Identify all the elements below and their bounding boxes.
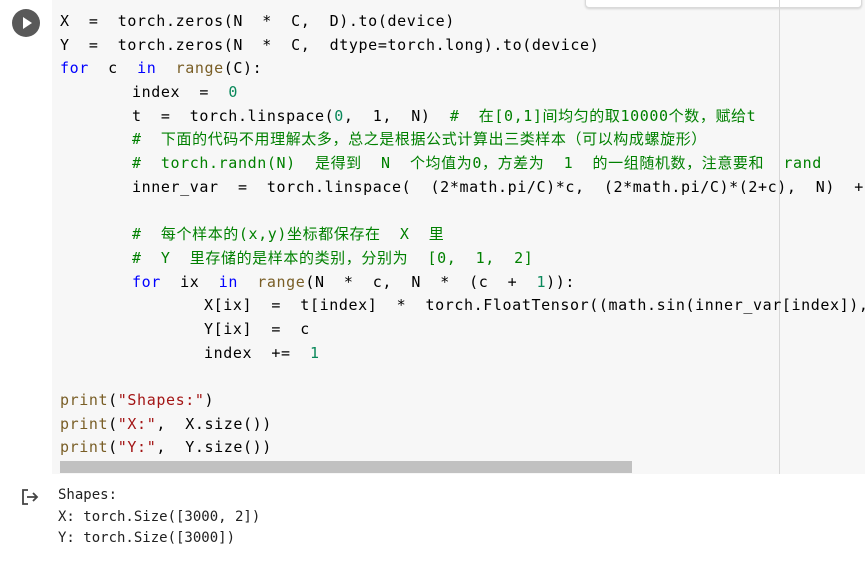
code-line: # 每个样本的(x,y)坐标都保存在 X 里 — [132, 225, 445, 244]
code-line: index = 0 — [132, 83, 238, 102]
code-line: inner_var = torch.linspace( (2*math.pi/C… — [132, 177, 865, 196]
cell-output: Shapes: X: torch.Size([3000, 2]) Y: torc… — [0, 474, 865, 564]
code-line: # Y 里存储的是样本的类别，分别为 [0, 1, 2] — [132, 248, 534, 267]
code-line: t = torch.linspace(0, 1, N) # 在[0,1]间均匀的… — [132, 106, 757, 125]
horizontal-scrollbar[interactable] — [60, 461, 632, 473]
code-editor[interactable]: X = torch.zeros(N * C, D).to(device) Y =… — [60, 10, 865, 460]
code-line: index += 1 — [204, 343, 320, 362]
output-line: X: torch.Size([3000, 2]) — [58, 508, 261, 525]
cell-toolbar[interactable] — [585, 0, 862, 8]
code-line: print("Shapes:") — [60, 391, 215, 409]
cell-gutter — [0, 0, 52, 474]
code-line: for c in range(C): — [60, 59, 263, 78]
code-line: Y = torch.zeros(N * C, dtype=torch.long)… — [60, 35, 600, 54]
code-line: # torch.randn(N) 是得到 N 个均值为0，方差为 1 的一组随机… — [132, 154, 822, 173]
output-line: Shapes: — [58, 487, 118, 503]
run-cell-button[interactable] — [12, 9, 40, 37]
output-arrow-icon[interactable] — [20, 487, 40, 507]
code-line: X = torch.zeros(N * C, D).to(device) — [60, 12, 455, 30]
code-line: print("X:", X.size()) — [60, 414, 272, 433]
code-line: # 下面的代码不用理解太多，总之是根据公式计算出三类样本（可以构成螺旋形） — [132, 130, 707, 149]
output-line: Y: torch.Size([3000]) — [58, 530, 236, 546]
code-line: X[ix] = t[index] * torch.FloatTensor((ma… — [204, 296, 865, 315]
code-line: Y[ix] = c — [204, 319, 310, 338]
code-line: print("Y:", Y.size()) — [60, 438, 272, 457]
output-text: Shapes: X: torch.Size([3000, 2]) Y: torc… — [58, 485, 260, 550]
code-line: for ix in range(N * c, N * (c + 1)): — [132, 272, 576, 291]
code-cell[interactable]: X = torch.zeros(N * C, D).to(device) Y =… — [0, 0, 865, 474]
